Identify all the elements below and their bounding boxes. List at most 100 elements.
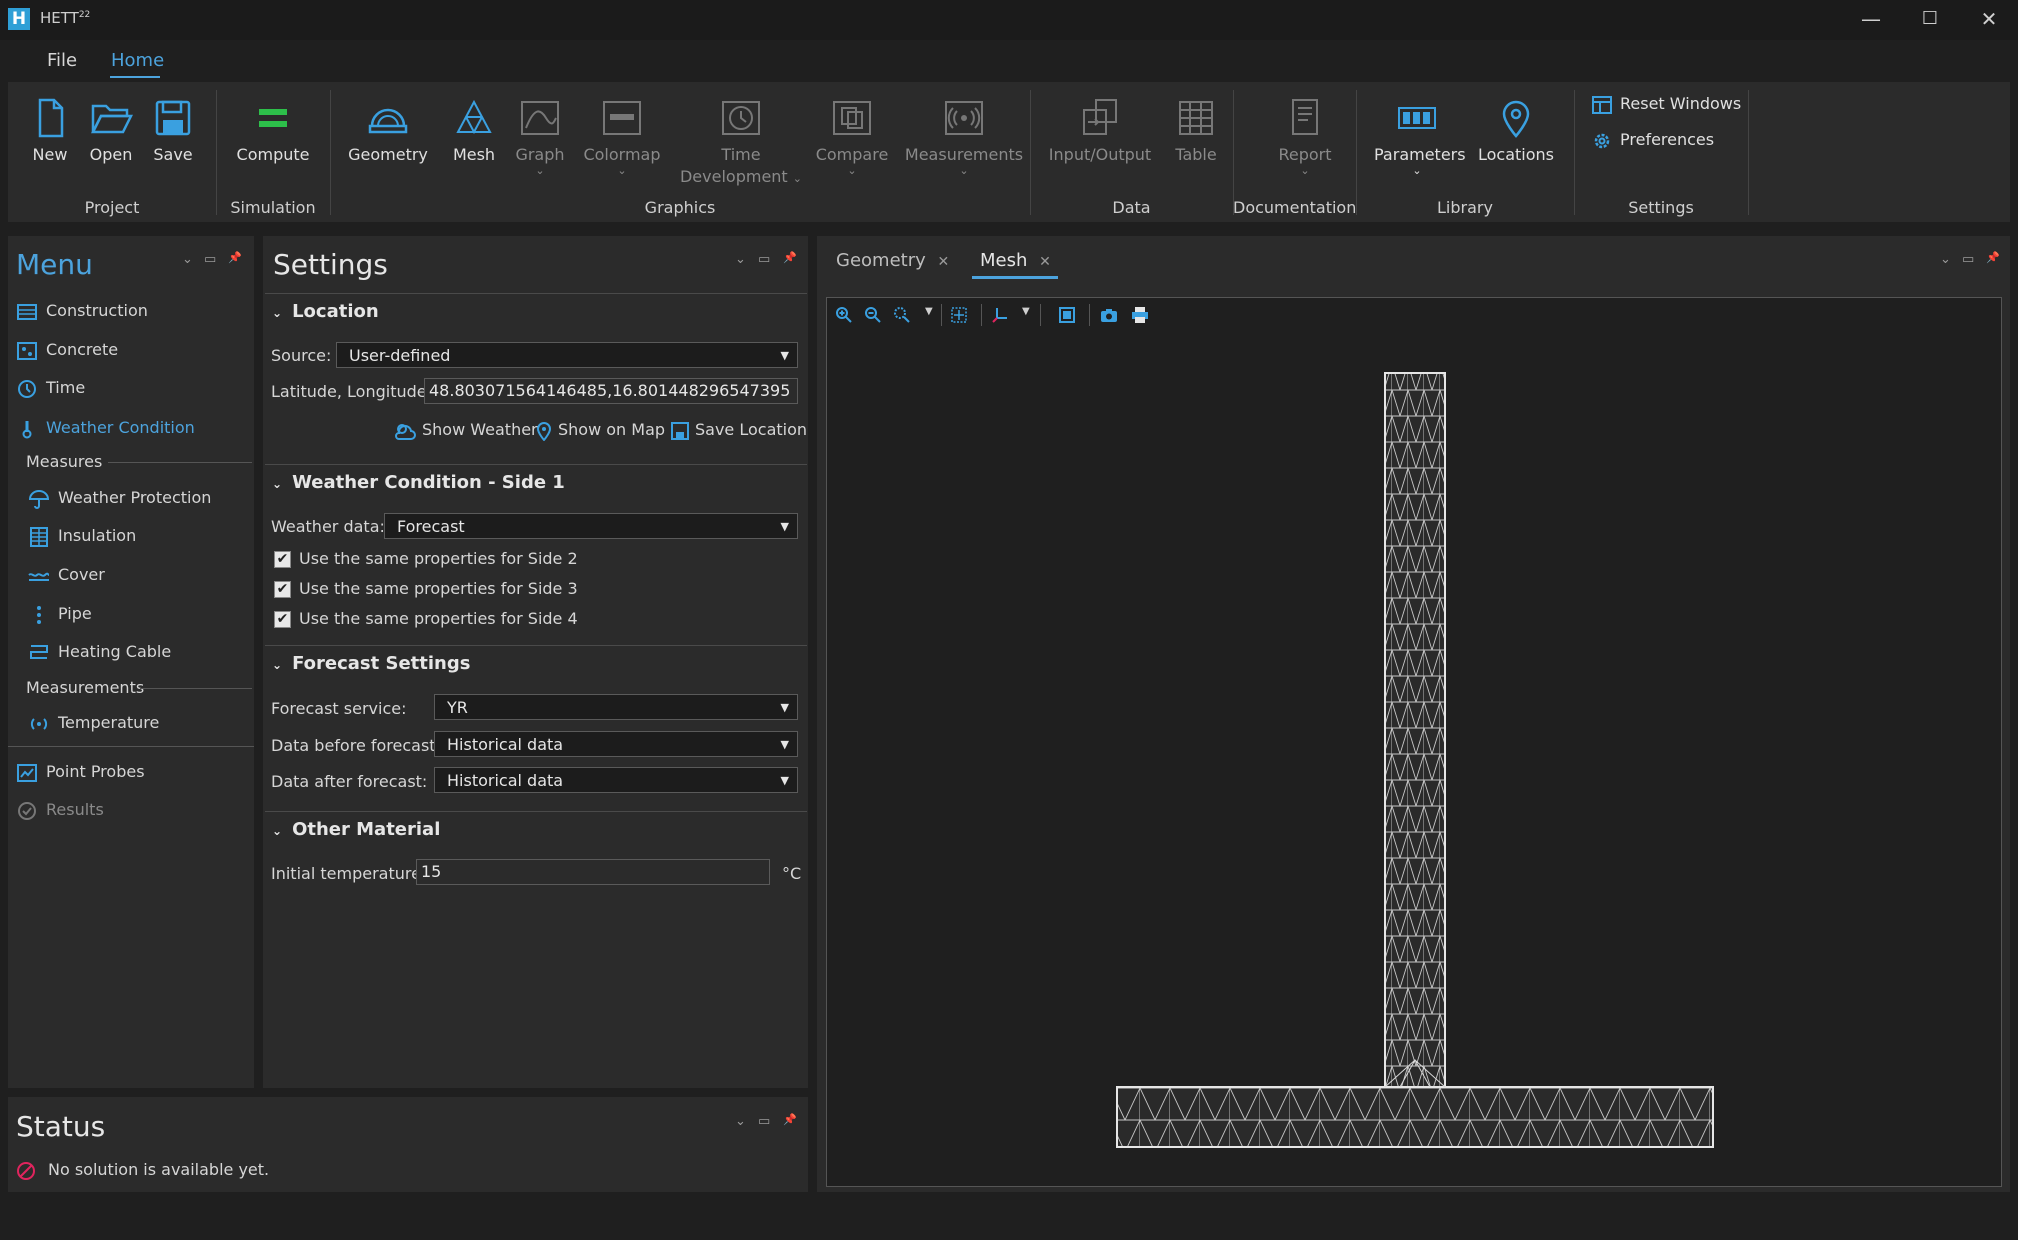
reset-windows-button[interactable]: Reset Windows [1592,94,1741,114]
input-output-button[interactable]: Input/Output [1048,92,1152,202]
viewer-panel-dropdown[interactable]: ⌄ [1940,252,1951,267]
status-message: No solution is available yet. [16,1160,269,1181]
measurements-divider [140,688,252,689]
ribbon-separator [1574,90,1575,215]
print-icon[interactable] [1131,306,1149,324]
graph-button[interactable]: Graph ⌄ [508,92,572,202]
compute-button[interactable]: Compute [233,92,313,202]
initial-temperature-input[interactable]: 15 [416,859,770,885]
new-button[interactable]: New [26,92,74,202]
menu-item-pipe[interactable]: Pipe [28,602,92,626]
axes-dropdown-icon[interactable]: ▼ [1022,306,1030,317]
latlon-label: Latitude, Longitude: [271,382,432,401]
dropdown-arrow-icon: ▼ [780,774,789,787]
camera-icon[interactable] [1100,306,1118,324]
geometry-icon [368,108,408,134]
zoom-dropdown-icon[interactable]: ▼ [925,306,933,317]
layout-icon[interactable] [1058,306,1076,324]
menu-item-insulation[interactable]: Insulation [28,524,136,548]
dropdown-arrow-icon: ▼ [780,349,789,362]
side4-checkbox[interactable]: ✔ [274,611,291,628]
menu-item-heating-cable[interactable]: Heating Cable [28,640,171,664]
location-section-header[interactable]: ⌄ Location [272,301,379,322]
tab-file[interactable]: File [47,50,77,71]
menu-item-pipe-label: Pipe [58,604,92,623]
geometry-button[interactable]: Geometry [348,92,428,202]
zoom-out-icon[interactable] [864,306,882,324]
menu-item-temperature[interactable]: Temperature [28,711,159,735]
compare-button[interactable]: Compare ⌄ [814,92,890,202]
tab-home[interactable]: Home [111,50,164,71]
save-location-label: Save Location [695,420,808,439]
menu-panel-maximize[interactable]: ▭ [204,252,216,267]
settings-panel-maximize[interactable]: ▭ [758,252,770,267]
side2-checkbox[interactable]: ✔ [274,551,291,568]
mesh-drawing [1116,372,1714,1148]
close-button[interactable]: ✕ [1960,0,2018,40]
ribbon-separator [1233,90,1234,215]
menu-panel-title: Menu [16,248,93,281]
zoom-region-icon[interactable] [893,306,911,324]
source-select[interactable]: User-defined ▼ [336,342,798,368]
locations-button[interactable]: Locations [1476,92,1556,202]
forecast-service-select[interactable]: YR ▼ [434,694,798,720]
menu-item-weather-protection[interactable]: Weather Protection [28,486,211,510]
show-on-map-button[interactable]: Show on Map [536,420,665,442]
tab-geometry-close-icon[interactable]: ✕ [938,254,950,270]
menu-item-weather-condition[interactable]: Weather Condition [16,416,195,440]
save-button[interactable]: Save [148,92,198,202]
table-button[interactable]: Table [1166,92,1226,202]
side3-checkbox[interactable]: ✔ [274,581,291,598]
minimize-button[interactable]: — [1842,0,1900,40]
settings-panel-dropdown[interactable]: ⌄ [735,252,746,267]
data-before-forecast-select[interactable]: Historical data ▼ [434,731,798,757]
maximize-button[interactable]: ☐ [1901,0,1959,40]
other-material-section-header[interactable]: ⌄ Other Material [272,819,440,840]
open-button[interactable]: Open [86,92,136,202]
status-panel-dropdown[interactable]: ⌄ [735,1114,746,1129]
viewer-panel-maximize[interactable]: ▭ [1962,252,1974,267]
group-settings: Settings [1628,198,1694,217]
show-weather-button[interactable]: Show Weather [394,420,538,441]
app-title-text: HETT [40,9,79,27]
toolbar-separator [941,304,942,326]
tab-mesh[interactable]: Mesh ✕ [980,250,1051,271]
parameters-button[interactable]: Parameters ⌄ [1374,92,1466,202]
menu-panel-dropdown[interactable]: ⌄ [182,252,193,267]
measurements-button[interactable]: Measurements ⌄ [904,92,1024,202]
mesh-button[interactable]: Mesh [444,92,504,202]
data-before-forecast-select-value: Historical data [447,735,564,754]
ribbon-separator [216,90,217,215]
latlon-input[interactable]: 48.803071564146485,16.801448296547395 [424,378,798,404]
group-data: Data [1112,198,1151,217]
menu-item-point-probes[interactable]: Point Probes [16,760,145,784]
zoom-fit-icon[interactable] [950,306,968,324]
zoom-in-icon[interactable] [835,306,853,324]
colormap-button[interactable]: Colormap ⌄ [580,92,664,202]
results-check-icon [18,801,36,820]
parameters-label: Parameters [1374,145,1466,164]
menu-item-construction[interactable]: Construction [16,299,148,323]
status-panel-pin[interactable]: 📌 [783,1113,797,1126]
menu-item-time[interactable]: Time [16,376,85,400]
weather-data-select[interactable]: Forecast ▼ [384,513,798,539]
chevron-down-icon: ⌄ [272,477,283,491]
menu-item-cover[interactable]: Cover [28,563,105,587]
menu-panel-pin[interactable]: 📌 [228,251,242,264]
measurements-icon [945,101,983,135]
tab-geometry[interactable]: Geometry ✕ [836,250,949,271]
save-location-button[interactable]: Save Location [671,420,807,440]
menu-item-results[interactable]: Results [16,798,104,822]
settings-panel-pin[interactable]: 📌 [783,251,797,264]
data-after-forecast-select[interactable]: Historical data ▼ [434,767,798,793]
status-panel-maximize[interactable]: ▭ [758,1114,770,1129]
report-button[interactable]: Report ⌄ [1270,92,1340,202]
tab-mesh-close-icon[interactable]: ✕ [1039,254,1051,270]
menu-item-concrete[interactable]: Concrete [16,338,118,362]
viewer-panel-pin[interactable]: 📌 [1986,251,2000,264]
time-development-button[interactable]: Time Development ⌄ [676,92,806,202]
preferences-button[interactable]: Preferences [1592,130,1714,151]
forecast-section-header[interactable]: ⌄ Forecast Settings [272,653,470,674]
axes-icon[interactable] [991,306,1009,324]
weather-section-header[interactable]: ⌄ Weather Condition - Side 1 [272,472,565,493]
